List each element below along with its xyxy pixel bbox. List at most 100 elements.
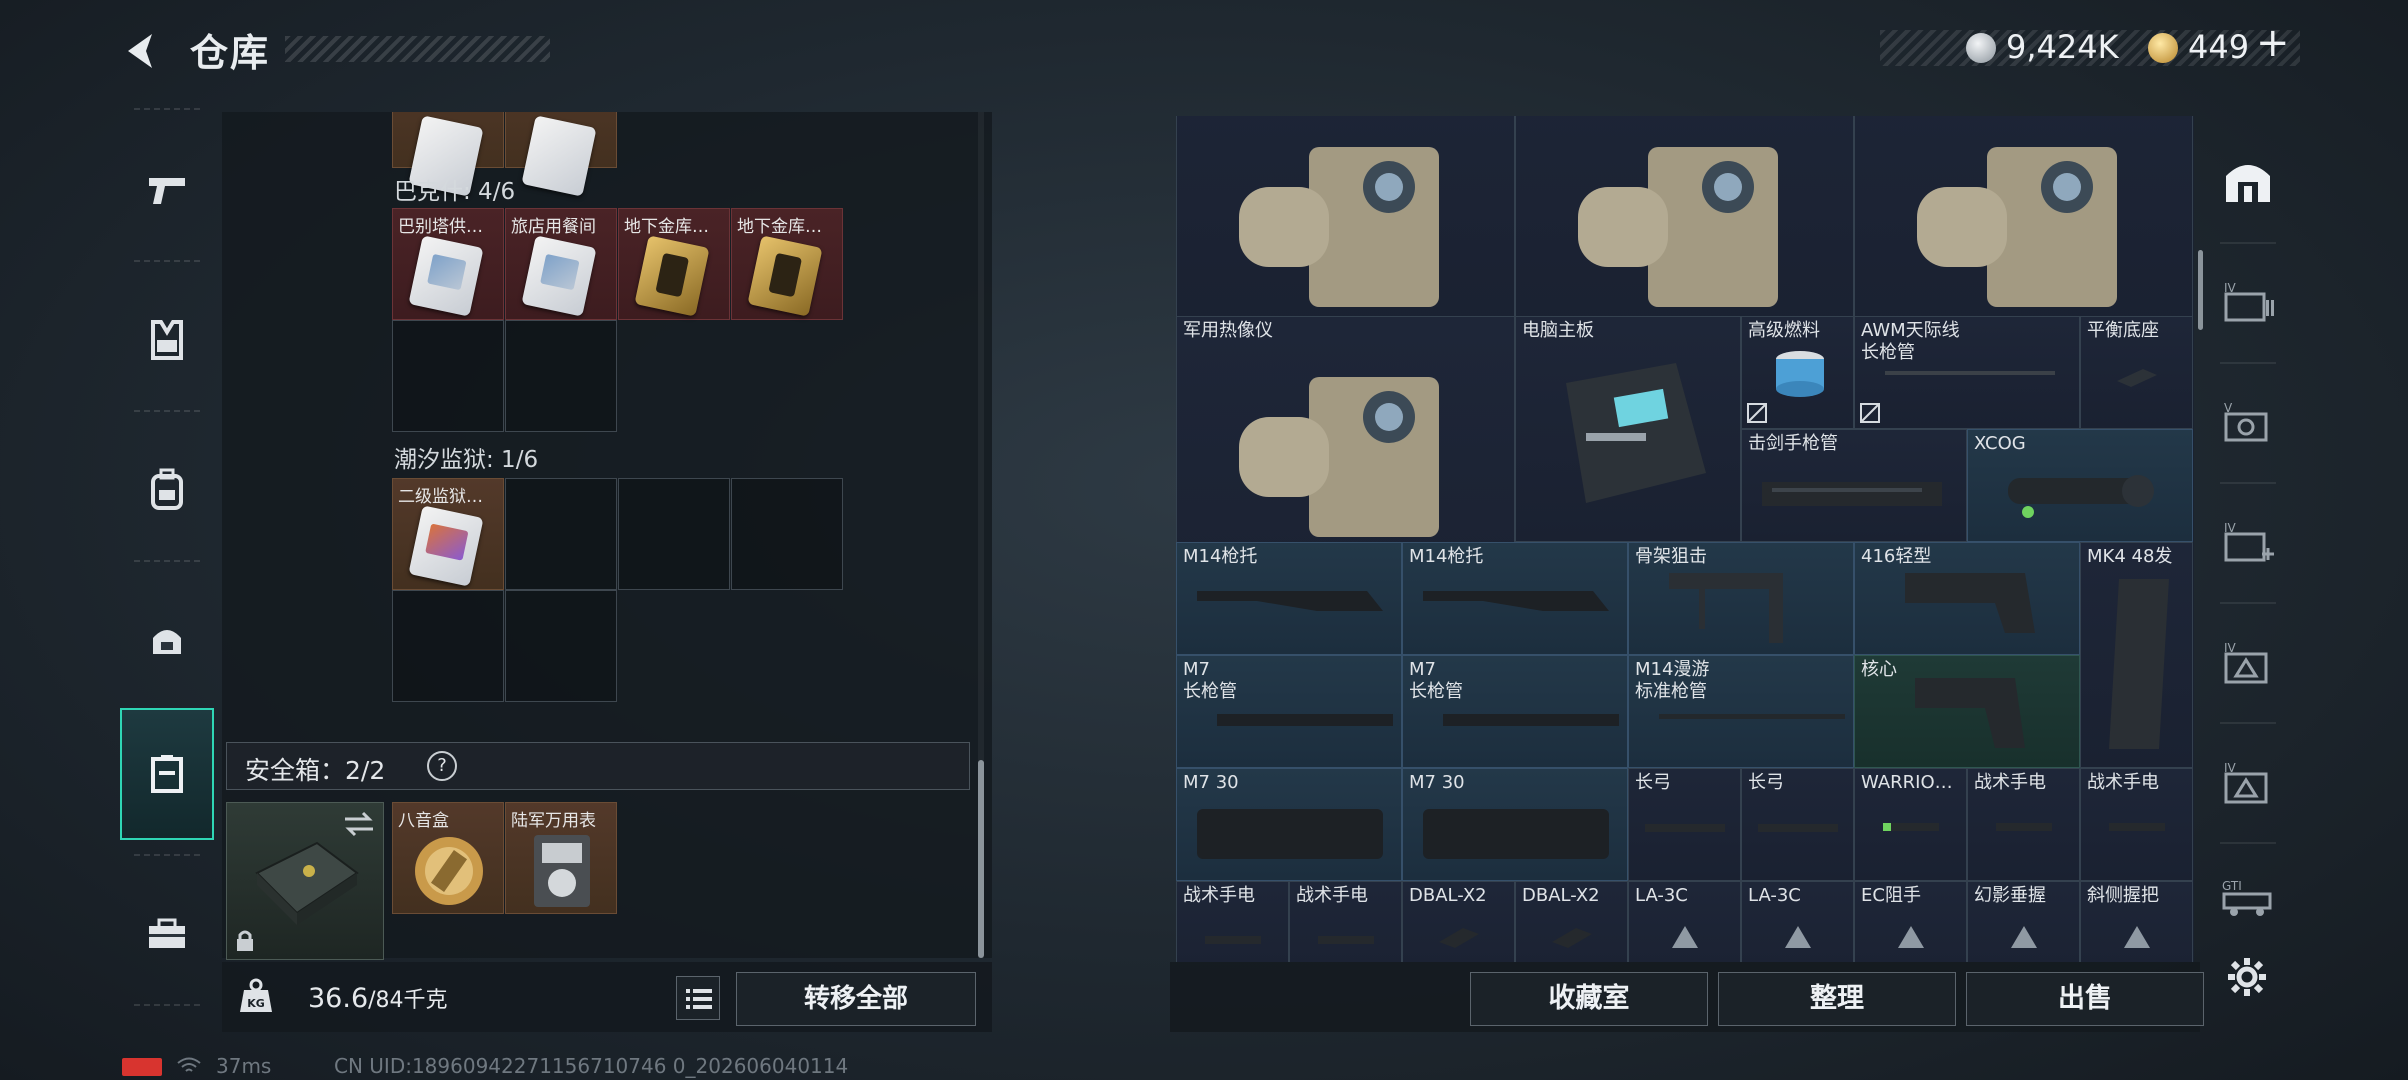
key-item[interactable]: 二级监狱… (392, 478, 504, 590)
category-backpack[interactable] (120, 424, 214, 556)
item-angled-grip[interactable]: 斜侧握把 (2080, 881, 2193, 962)
page-title: 仓库 (190, 31, 271, 75)
safe-box-container[interactable] (226, 802, 384, 960)
safe-item[interactable]: 陆军万用表 (505, 802, 617, 914)
item-m14-stock[interactable]: M14枪托 (1402, 542, 1628, 655)
item-dbal-x2[interactable]: DBAL-X2 (1402, 881, 1515, 962)
stash-slot[interactable] (505, 112, 617, 197)
key-item[interactable]: 巴别塔供… (392, 208, 504, 320)
swap-icon[interactable] (343, 811, 375, 837)
stash-scrollbar[interactable] (978, 760, 984, 958)
collection-button[interactable]: 收藏室 (1470, 972, 1708, 1026)
item-motherboard[interactable]: 电脑主板 (1515, 316, 1741, 542)
category-toolbox[interactable] (120, 868, 214, 1000)
empty-slot[interactable] (618, 478, 730, 590)
item-premium-fuel[interactable]: 高级燃料 (1741, 316, 1854, 429)
sort-button[interactable]: 整理 (1718, 972, 1956, 1026)
unknown-item-icon (1898, 926, 1924, 948)
item-skeleton-sniper-stock[interactable]: 骨架狙击 (1628, 542, 1854, 655)
item-tactical-flashlight[interactable]: 战术手电 (2080, 768, 2193, 881)
list-view-button[interactable] (676, 976, 720, 1020)
unknown-item-icon (2124, 926, 2150, 948)
item-longbow[interactable]: 长弓 (1741, 768, 1854, 881)
triangle-box-icon: IV (2224, 641, 2268, 684)
item-tactical-flashlight[interactable]: 战术手电 (1176, 881, 1289, 962)
side-tab-equipment-2[interactable]: IV (2206, 732, 2290, 832)
keycard-icon (408, 235, 484, 317)
key-item[interactable]: 地下金库… (731, 208, 843, 320)
category-container[interactable] (120, 708, 214, 840)
stock-icon (1423, 591, 1609, 611)
triangle-box-icon: IV (2224, 761, 2268, 804)
empty-slot[interactable] (731, 478, 843, 590)
thermal-imager-icon (1239, 377, 1439, 537)
empty-slot[interactable] (392, 590, 504, 702)
category-chest-rig[interactable] (120, 574, 214, 706)
category-vest[interactable] (120, 274, 214, 406)
empty-slot[interactable] (505, 320, 617, 432)
help-button[interactable]: ? (427, 751, 457, 781)
item-mk4-mag[interactable]: MK4 48发 (2080, 542, 2193, 768)
unknown-item-icon (2011, 926, 2037, 948)
gear-icon[interactable] (2226, 956, 2268, 998)
item-tactical-flashlight[interactable]: 战术手电 (1289, 881, 1402, 962)
item-dbal-x2[interactable]: DBAL-X2 (1515, 881, 1628, 962)
magazine-icon (1423, 809, 1609, 859)
item-tactical-flashlight[interactable]: 战术手电 (1967, 768, 2080, 881)
suppressor-icon (1645, 824, 1725, 832)
category-weapons[interactable] (120, 124, 214, 256)
add-currency-button[interactable]: + (2256, 20, 2290, 66)
transfer-all-button[interactable]: 转移全部 (736, 972, 976, 1026)
flashlight-icon (1205, 936, 1261, 944)
item-m14-barrel[interactable]: M14漫游 标准枪管 (1628, 655, 1854, 768)
item-balance-base[interactable]: 平衡底座 (2080, 316, 2193, 429)
item-thermal-imager[interactable] (1854, 116, 2193, 344)
item-fencer-barrel[interactable]: 击剑手枪管 (1741, 429, 1967, 542)
back-arrow-icon[interactable] (118, 28, 164, 74)
item-m14-stock[interactable]: M14枪托 (1176, 542, 1402, 655)
item-xcog[interactable]: XCOG (1967, 429, 2193, 542)
empty-slot[interactable] (505, 590, 617, 702)
item-longbow[interactable]: 长弓 (1628, 768, 1741, 881)
keycard-icon (521, 235, 597, 317)
home-icon (2226, 165, 2270, 202)
stock-icon (1197, 591, 1383, 611)
item-phantom-grip[interactable]: 幻影垂握 (1967, 881, 2080, 962)
music-box-icon (415, 837, 483, 905)
item-actions-bar: 收藏室 整理 出售 (1170, 962, 2204, 1032)
side-tab-vehicle[interactable]: GTI (2206, 848, 2290, 948)
side-tab-camera[interactable]: V (2206, 372, 2290, 472)
folder-icon: IV (2224, 281, 2274, 322)
flashlight-icon (2109, 823, 2165, 831)
silver-coin-icon (1966, 33, 1996, 63)
side-tab-folder[interactable]: IV (2206, 252, 2290, 352)
empty-slot[interactable] (392, 320, 504, 432)
item-thermal-imager[interactable] (1176, 116, 1515, 344)
scope-icon (2008, 475, 2154, 518)
item-awm-barrel[interactable]: AWM天际线 长枪管 (1854, 316, 2080, 429)
item-thermal-imager[interactable] (1515, 116, 1854, 344)
side-tab-home[interactable] (2206, 132, 2290, 232)
item-416-light-stock[interactable]: 416轻型 (1854, 542, 2080, 655)
sell-button[interactable]: 出售 (1966, 972, 2204, 1026)
side-tab-scrollbar[interactable] (2198, 250, 2203, 330)
item-ec-handstop[interactable]: EC阻手 (1854, 881, 1967, 962)
gold-coin-icon (2148, 33, 2178, 63)
item-m7-long-barrel[interactable]: M7 长枪管 (1402, 655, 1628, 768)
side-tab-equipment[interactable]: IV (2206, 612, 2290, 712)
item-m7-long-barrel[interactable]: M7 长枪管 (1176, 655, 1402, 768)
stash-slot[interactable] (392, 112, 504, 197)
empty-slot[interactable] (505, 478, 617, 590)
side-tab-medkit[interactable]: IV (2206, 492, 2290, 592)
item-la-3c[interactable]: LA-3C (1628, 881, 1741, 962)
item-la-3c[interactable]: LA-3C (1741, 881, 1854, 962)
vehicle-icon: GTI (2222, 879, 2272, 916)
key-item[interactable]: 地下金库… (618, 208, 730, 320)
item-m7-mag[interactable]: M7 30 (1402, 768, 1628, 881)
item-warrior[interactable]: WARRIO… (1854, 768, 1967, 881)
item-m7-mag[interactable]: M7 30 (1176, 768, 1402, 881)
thermal-imager-icon (1578, 147, 1778, 307)
key-item[interactable]: 旅店用餐间 (505, 208, 617, 320)
safe-item[interactable]: 八音盒 (392, 802, 504, 914)
item-core-stock[interactable]: 核心 (1854, 655, 2080, 768)
